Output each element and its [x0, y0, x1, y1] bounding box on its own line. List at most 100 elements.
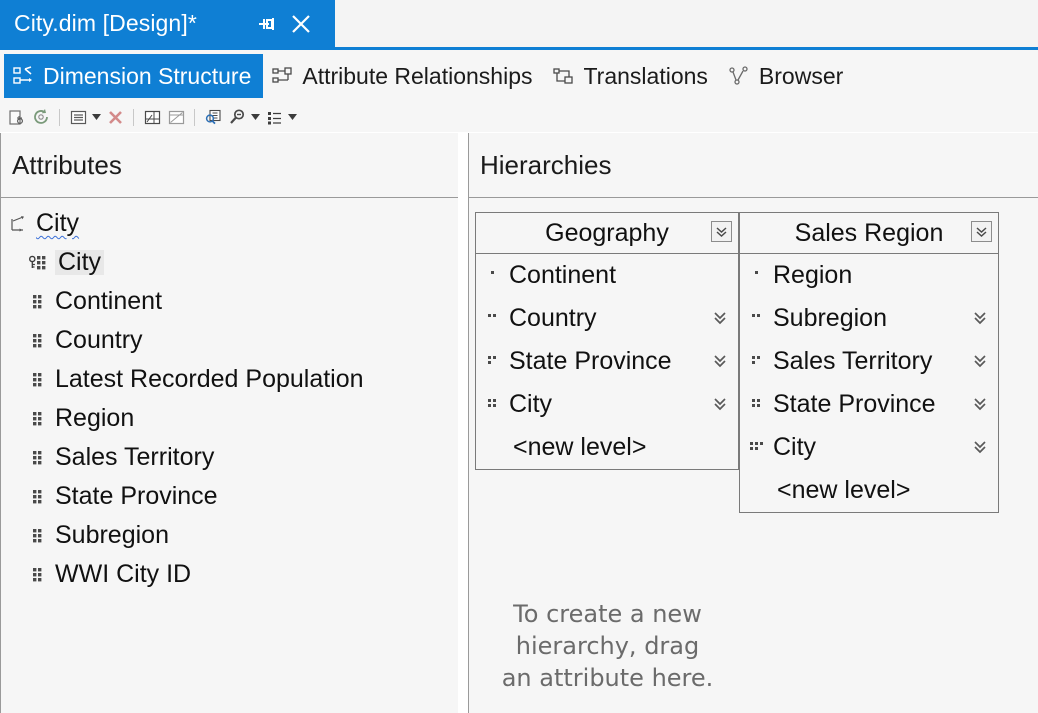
- document-titlebar: City.dim [Design]*: [0, 0, 1038, 50]
- key-attribute-icon: [28, 253, 48, 273]
- document-tab-city-dim[interactable]: City.dim [Design]*: [0, 0, 335, 47]
- tab-browser[interactable]: Browser: [720, 54, 855, 98]
- hierarchy-level-continent[interactable]: Continent: [476, 254, 738, 297]
- chevron-double-down-icon[interactable]: [711, 352, 729, 370]
- list-view-icon[interactable]: [262, 106, 286, 128]
- find-icon[interactable]: [201, 106, 225, 128]
- attribute-label: City: [36, 209, 80, 237]
- toolbar-separator: [133, 108, 134, 126]
- attribute-label: WWI City ID: [55, 560, 192, 588]
- attribute-icon: [28, 487, 48, 507]
- hierarchies-panel-title: Hierarchies: [480, 149, 612, 180]
- level-depth-2-icon: [484, 310, 502, 328]
- chevron-double-down-icon[interactable]: [711, 395, 729, 413]
- hierarchy-level-label: Continent: [509, 261, 617, 289]
- hierarchy-level-label: City: [773, 433, 817, 461]
- hierarchy-level-city[interactable]: City: [740, 426, 998, 469]
- refresh-icon[interactable]: [29, 106, 53, 128]
- hierarchy-level-label: Sales Territory: [773, 347, 933, 375]
- toolbar-separator: [194, 108, 195, 126]
- attribute-relationships-icon: [271, 65, 293, 87]
- hierarchy-level-state-province[interactable]: State Province: [740, 383, 998, 426]
- show-dimension-structure-icon[interactable]: [164, 106, 188, 128]
- hint-line-3: an attribute here.: [501, 664, 714, 693]
- list-view-dropdown-caret-icon[interactable]: [286, 106, 299, 128]
- hierarchy-header[interactable]: Geography: [476, 213, 738, 254]
- tab-label: Translations: [583, 62, 708, 89]
- show-attributes-list-icon[interactable]: [66, 106, 90, 128]
- attribute-label: Continent: [55, 287, 163, 315]
- create-hierarchy-hint: To create a new hierarchy, drag an attri…: [470, 598, 745, 694]
- attribute-item-subregion[interactable]: Subregion: [1, 516, 458, 555]
- tab-dimension-structure[interactable]: Dimension Structure: [4, 54, 264, 98]
- attribute-item-city-key[interactable]: City: [1, 243, 458, 282]
- tab-attribute-relationships[interactable]: Attribute Relationships: [263, 54, 544, 98]
- hierarchies-panel-header: Hierarchies: [469, 133, 1038, 198]
- pin-icon[interactable]: [253, 11, 279, 37]
- zoom-dropdown-caret-icon[interactable]: [249, 106, 262, 128]
- hierarchy-header[interactable]: Sales Region: [740, 213, 998, 254]
- attribute-icon: [28, 565, 48, 585]
- hierarchy-level-state-province[interactable]: State Province: [476, 340, 738, 383]
- attribute-item-wwi-city-id[interactable]: WWI City ID: [1, 555, 458, 594]
- hierarchy-new-level-sales-region[interactable]: <new level>: [740, 469, 998, 512]
- attribute-label: Sales Territory: [55, 443, 215, 471]
- attribute-item-sales-territory[interactable]: Sales Territory: [1, 438, 458, 477]
- hierarchy-sales-region[interactable]: Sales Region Region Subregion Sales Terr…: [739, 212, 999, 513]
- hierarchy-level-country[interactable]: Country: [476, 297, 738, 340]
- chevron-double-down-icon[interactable]: [971, 221, 992, 242]
- hierarchy-level-label: State Province: [509, 347, 672, 375]
- hierarchy-level-region[interactable]: Region: [740, 254, 998, 297]
- attribute-icon: [28, 409, 48, 429]
- attribute-tree-root-city[interactable]: City: [1, 204, 458, 243]
- level-depth-5-icon: [748, 439, 766, 457]
- attribute-icon: [28, 448, 48, 468]
- hierarchy-level-subregion[interactable]: Subregion: [740, 297, 998, 340]
- level-depth-4-icon: [748, 396, 766, 414]
- hierarchy-level-label: Subregion: [773, 304, 887, 332]
- level-depth-4-icon: [484, 396, 502, 414]
- hierarchies-canvas[interactable]: Geography Continent Country State Provin…: [469, 198, 1038, 513]
- hierarchy-level-sales-territory[interactable]: Sales Territory: [740, 340, 998, 383]
- level-depth-1-icon: [748, 267, 766, 285]
- view-tabstrip: Dimension Structure Attribute Relationsh…: [0, 50, 1038, 102]
- dimension-designer-window: City.dim [Design]* Dimension Structure A…: [0, 0, 1038, 713]
- dimension-structure-icon: [12, 65, 34, 87]
- hierarchy-geography[interactable]: Geography Continent Country State Provin…: [475, 212, 739, 470]
- level-depth-3-icon: [748, 353, 766, 371]
- chevron-double-down-icon[interactable]: [971, 395, 989, 413]
- attribute-item-continent[interactable]: Continent: [1, 282, 458, 321]
- chevron-double-down-icon[interactable]: [971, 309, 989, 327]
- show-data-source-view-icon[interactable]: [140, 106, 164, 128]
- attributes-list-dropdown-caret-icon[interactable]: [90, 106, 103, 128]
- toolbar-separator: [59, 108, 60, 126]
- attribute-label: Subregion: [55, 521, 169, 549]
- chevron-double-down-icon[interactable]: [971, 352, 989, 370]
- hierarchy-level-label: State Province: [773, 390, 936, 418]
- new-attribute-icon[interactable]: [5, 106, 29, 128]
- hierarchy-new-level-geography[interactable]: <new level>: [476, 426, 738, 469]
- hierarchy-level-label: Country: [509, 304, 597, 332]
- tab-translations[interactable]: Translations: [544, 54, 719, 98]
- attribute-item-state-province[interactable]: State Province: [1, 477, 458, 516]
- attribute-label: State Province: [55, 482, 218, 510]
- attribute-label: Country: [55, 326, 143, 354]
- attributes-panel-header: Attributes: [1, 133, 458, 198]
- zoom-icon[interactable]: [225, 106, 249, 128]
- new-level-label: <new level>: [777, 476, 911, 504]
- attribute-item-region[interactable]: Region: [1, 399, 458, 438]
- panel-splitter[interactable]: [459, 133, 468, 713]
- tab-label: Attribute Relationships: [302, 62, 533, 89]
- chevron-double-down-icon[interactable]: [711, 309, 729, 327]
- attribute-item-country[interactable]: Country: [1, 321, 458, 360]
- attribute-icon: [28, 292, 48, 312]
- chevron-double-down-icon[interactable]: [971, 438, 989, 456]
- attribute-item-latest-recorded-population[interactable]: Latest Recorded Population: [1, 360, 458, 399]
- chevron-double-down-icon[interactable]: [711, 221, 732, 242]
- attribute-icon: [28, 331, 48, 351]
- hierarchy-level-city[interactable]: City: [476, 383, 738, 426]
- tab-label: Dimension Structure: [43, 62, 252, 89]
- delete-icon[interactable]: [103, 106, 127, 128]
- close-icon[interactable]: [288, 11, 314, 37]
- dimension-icon: [9, 214, 29, 234]
